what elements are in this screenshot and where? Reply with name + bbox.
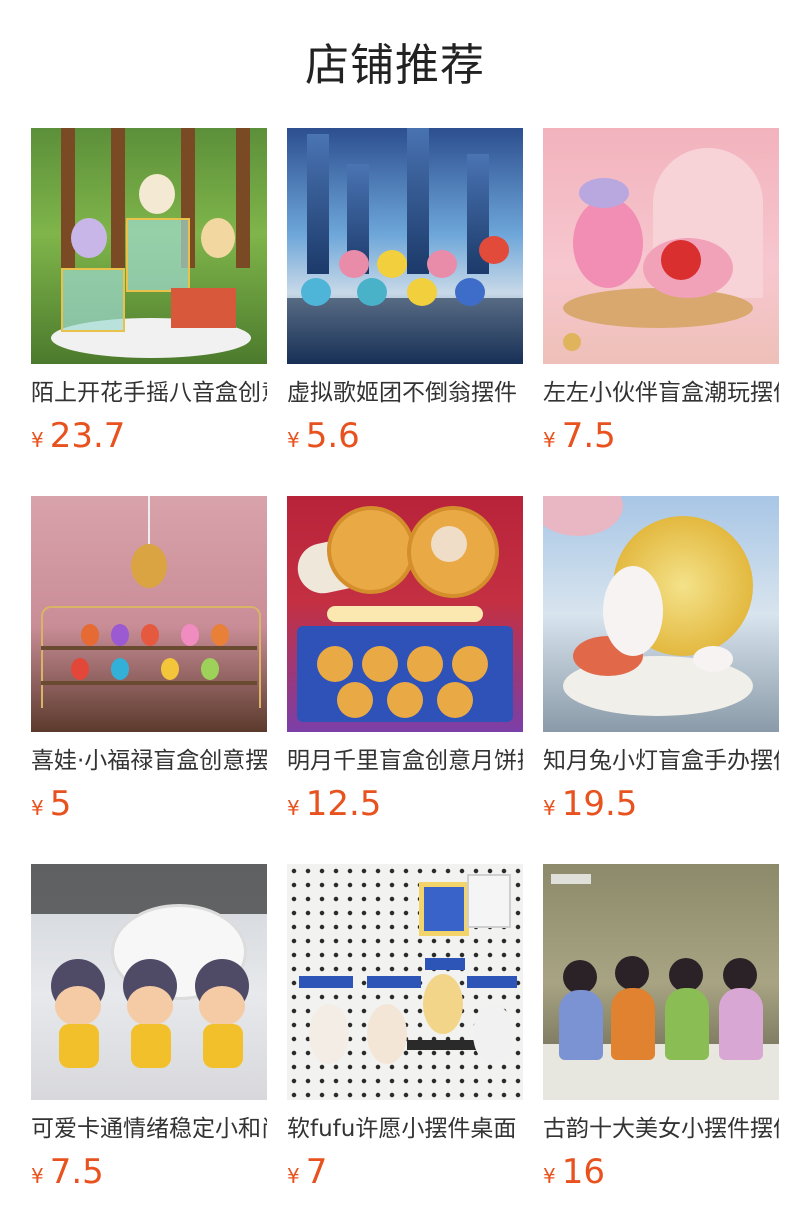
price-value: 7.5 — [561, 416, 616, 456]
product-card[interactable]: 虚拟歌姬团不倒翁摆件 ¥5.6 — [287, 128, 523, 496]
price-value: 19.5 — [561, 784, 638, 824]
product-image[interactable] — [31, 864, 267, 1100]
product-image[interactable] — [543, 864, 779, 1100]
product-image[interactable] — [287, 864, 523, 1100]
product-image[interactable] — [543, 128, 779, 364]
price-value: 5.6 — [305, 416, 360, 456]
product-card[interactable]: 软fufu许愿小摆件桌面 ¥7 — [287, 864, 523, 1232]
product-name[interactable]: 古韵十大美女小摆件摆件 — [543, 1112, 779, 1146]
price-value: 16 — [561, 1152, 605, 1192]
currency-symbol: ¥ — [543, 1164, 556, 1188]
product-name[interactable]: 虚拟歌姬团不倒翁摆件 — [287, 376, 523, 410]
currency-symbol: ¥ — [543, 796, 556, 820]
product-card[interactable]: 喜娃·小福禄盲盒创意摆件 ¥5 — [31, 496, 267, 864]
product-card[interactable]: 古韵十大美女小摆件摆件 ¥16 — [543, 864, 779, 1232]
product-price: ¥16 — [543, 1150, 605, 1194]
product-price: ¥7 — [287, 1150, 327, 1194]
page-title: 店铺推荐 — [305, 40, 485, 91]
product-price: ¥7.5 — [31, 1150, 104, 1194]
product-grid: 陌上开花手摇八音盒创意 ¥23.7 虚拟歌姬团不倒翁摆件 ¥ 5.6 左左小伙伴… — [31, 128, 779, 1232]
product-price: ¥19.5 — [543, 782, 637, 826]
product-price: ¥5 — [31, 782, 71, 826]
product-card[interactable]: 左左小伙伴盲盒潮玩摆件 ¥7.5 — [543, 128, 779, 496]
currency-symbol: ¥ — [543, 428, 556, 452]
price-value: 23.7 — [49, 416, 126, 456]
product-card[interactable]: 陌上开花手摇八音盒创意 ¥23.7 — [31, 128, 267, 496]
product-image[interactable] — [543, 496, 779, 732]
currency-symbol: ¥ — [31, 428, 44, 452]
product-card[interactable]: 可爱卡通情绪稳定小和尚 ¥7.5 — [31, 864, 267, 1232]
product-name[interactable]: 喜娃·小福禄盲盒创意摆件 — [31, 744, 267, 778]
product-name[interactable]: 可爱卡通情绪稳定小和尚 — [31, 1112, 267, 1146]
currency-symbol: ¥ — [31, 1164, 44, 1188]
price-value: 7.5 — [49, 1152, 104, 1192]
price-value: 12.5 — [305, 784, 382, 824]
product-image[interactable] — [287, 128, 523, 364]
product-name[interactable]: 知月兔小灯盲盒手办摆件 — [543, 744, 779, 778]
product-price: ¥23.7 — [31, 414, 125, 458]
product-image[interactable] — [287, 496, 523, 732]
product-price: ¥5.6 — [287, 414, 360, 458]
product-image[interactable] — [31, 496, 267, 732]
product-price: ¥7.5 — [543, 414, 616, 458]
currency-symbol: ¥ — [287, 428, 300, 452]
product-name[interactable]: 陌上开花手摇八音盒创意 — [31, 376, 267, 410]
product-name[interactable]: 明月千里盲盒创意月饼摆件 — [287, 744, 523, 778]
currency-symbol: ¥ — [31, 796, 44, 820]
product-card[interactable]: 明月千里盲盒创意月饼摆件 ¥12.5 — [287, 496, 523, 864]
store-recommendations-page: 店铺推荐 陌上开花手摇八音盒创意 ¥23.7 虚拟歌姬团不倒翁摆件 ¥ 5.6 … — [0, 0, 790, 1232]
product-price: ¥12.5 — [287, 782, 381, 826]
price-value: 7 — [305, 1152, 328, 1192]
product-name[interactable]: 左左小伙伴盲盒潮玩摆件 — [543, 376, 779, 410]
product-name[interactable]: 软fufu许愿小摆件桌面 — [287, 1112, 523, 1146]
price-value: 5 — [49, 784, 72, 824]
currency-symbol: ¥ — [287, 796, 300, 820]
currency-symbol: ¥ — [287, 1164, 300, 1188]
product-image[interactable] — [31, 128, 267, 364]
product-card[interactable]: 知月兔小灯盲盒手办摆件 ¥19.5 — [543, 496, 779, 864]
